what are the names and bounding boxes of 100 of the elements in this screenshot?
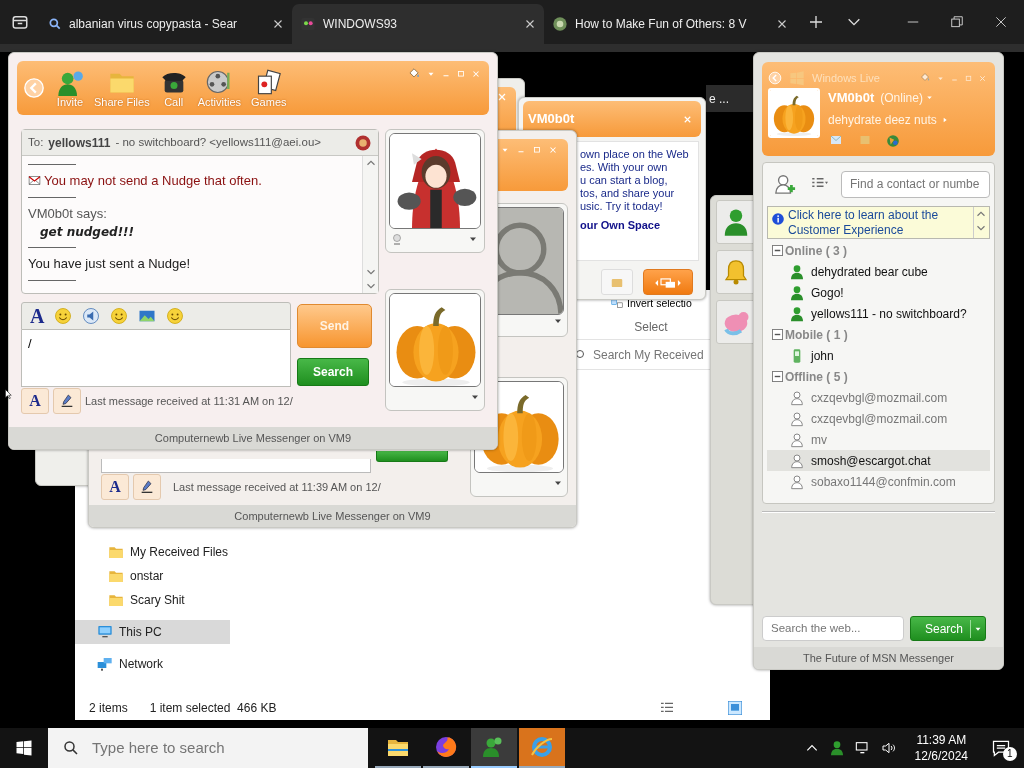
promo-text: usic. Try it today!	[580, 200, 663, 213]
window-title: e ...	[709, 90, 729, 108]
folder-icon	[108, 544, 124, 560]
find-contact-input[interactable]: Find a contact or numbe	[850, 175, 989, 193]
network-icon[interactable]	[854, 740, 871, 756]
font-button[interactable]: A	[101, 474, 129, 500]
contact-item[interactable]: sobaxo1144@confmin.com	[767, 471, 990, 492]
back-icon[interactable]	[23, 77, 45, 99]
fox-globe-icon	[434, 735, 458, 759]
font-button[interactable]: A	[30, 306, 45, 326]
web-search-field[interactable]: Search the web...	[762, 616, 904, 641]
handwriting-button[interactable]	[53, 388, 81, 414]
person-icon	[789, 263, 805, 280]
contact-item[interactable]: smosh@escargot.chat	[767, 450, 990, 471]
emoticon-icon[interactable]	[54, 307, 73, 325]
promo-text: es. With your own	[580, 161, 668, 174]
restore-icon[interactable]	[950, 15, 964, 29]
collapse-icon[interactable]	[772, 245, 783, 256]
close-icon[interactable]	[776, 18, 788, 30]
browser-tab[interactable]: albanian virus copypasta - Sear	[40, 4, 292, 44]
clock[interactable]: 11:39 AM 12/6/2024	[904, 732, 978, 764]
person-icon	[789, 284, 805, 301]
message-input[interactable]	[101, 459, 371, 473]
spaces-link[interactable]: our Own Space	[580, 219, 661, 231]
tab-overview-icon[interactable]	[11, 13, 29, 31]
message-text: You have just sent a Nudge!	[28, 255, 192, 273]
contact-item[interactable]: dehydrated bear cube	[767, 261, 990, 282]
find-contact-field[interactable]: Find a contact or numbe	[841, 170, 990, 198]
tiles-view-icon[interactable]	[726, 700, 744, 716]
contact-item[interactable]: john	[767, 345, 990, 366]
webcam-icon[interactable]	[391, 233, 403, 245]
contact-item[interactable]: cxzqevbgl@mozmail.com	[767, 387, 990, 408]
window-footer: The Future of MSN Messenger	[754, 647, 1003, 669]
taskbar-search-field[interactable]: Type here to search	[48, 728, 368, 768]
network-icon	[97, 656, 113, 672]
computer-icon	[97, 624, 113, 640]
site-icon	[552, 16, 568, 32]
contact-item[interactable]: cxzqevbgl@mozmail.com	[767, 408, 990, 429]
scrollbar[interactable]	[362, 156, 378, 293]
pen-icon	[59, 393, 75, 409]
person-icon	[789, 410, 805, 427]
person-icon	[789, 452, 805, 469]
taskbar-search-input[interactable]: Type here to search	[92, 736, 342, 760]
sender-line: VM0b0t says:	[28, 204, 108, 223]
nav-item[interactable]: Network	[75, 652, 230, 676]
add-contact-icon[interactable]	[773, 173, 797, 195]
switch-view-button[interactable]	[643, 269, 693, 295]
status-text: 1 item selected 466 KB	[149, 700, 277, 717]
folder-icon	[108, 568, 124, 584]
person-icon	[789, 473, 805, 490]
search-button[interactable]	[376, 451, 448, 462]
search-icon	[575, 348, 587, 361]
contact-item[interactable]: yellows111 - no switchboard?	[767, 303, 990, 324]
person-icon	[789, 305, 805, 322]
font-button[interactable]: A	[21, 388, 49, 414]
invert-selection-button[interactable]: Invert selectio	[610, 296, 692, 312]
notification-icon[interactable]	[991, 738, 1011, 758]
windows-logo-icon[interactable]	[15, 739, 33, 757]
nav-item[interactable]: This PC	[75, 620, 230, 644]
globe-icon[interactable]	[886, 133, 900, 148]
taskbar-app[interactable]	[471, 728, 517, 768]
person-icon	[789, 389, 805, 406]
window-footer: Computernewb Live Messenger on VM9	[89, 505, 576, 527]
close-icon[interactable]	[994, 15, 1008, 29]
search-icon	[48, 17, 62, 31]
status-text: 2 items	[89, 700, 128, 717]
browser-tab[interactable]: WINDOWS93	[292, 4, 544, 44]
promo-text: u can start a blog,	[580, 174, 668, 187]
ribbon-group-label: Select	[634, 318, 668, 336]
pen-icon	[139, 479, 155, 495]
volume-icon[interactable]	[880, 740, 897, 756]
browser-tab[interactable]: How to Make Fun of Others: 8 V	[544, 4, 796, 44]
new-tab-icon[interactable]	[808, 14, 824, 30]
close-icon[interactable]	[524, 18, 536, 30]
windows-logo-icon	[788, 70, 806, 86]
message-input[interactable]: /	[21, 330, 291, 387]
nav-item[interactable]: onstar	[75, 564, 230, 588]
voice-clip-icon[interactable]	[82, 307, 101, 325]
recipient-details: - no switchboard? <yellows111@aei.ou>	[115, 134, 321, 150]
last-message-text: Last message received at 11:39 AM on 12/	[173, 479, 381, 495]
person-icon	[789, 431, 805, 448]
contact-item[interactable]: Gogo!	[767, 282, 990, 303]
notification-badge: 1	[1003, 747, 1017, 761]
nudge-warning: You may not send a Nudge that often.	[44, 172, 262, 190]
contact-item[interactable]: mv	[767, 429, 990, 450]
to-label: To:	[28, 134, 44, 150]
promo-text: tos, and share your	[580, 187, 675, 200]
folder-icon	[108, 592, 124, 608]
close-icon[interactable]	[272, 18, 284, 30]
message-text: get nudged!!!	[39, 224, 136, 241]
collapse-icon[interactable]	[772, 329, 783, 340]
handwriting-button[interactable]	[133, 474, 161, 500]
recipient-name: yellows111	[48, 134, 111, 152]
popup-title: VM0b0t	[528, 110, 575, 129]
nav-item[interactable]: Scary Shit	[75, 588, 230, 612]
window-footer: Computernewb Live Messenger on VM9	[9, 427, 497, 449]
browser-e-icon	[530, 735, 554, 759]
nav-item[interactable]: My Received Files	[75, 540, 230, 564]
person-icon[interactable]	[828, 740, 845, 756]
collapse-icon[interactable]	[772, 371, 783, 382]
